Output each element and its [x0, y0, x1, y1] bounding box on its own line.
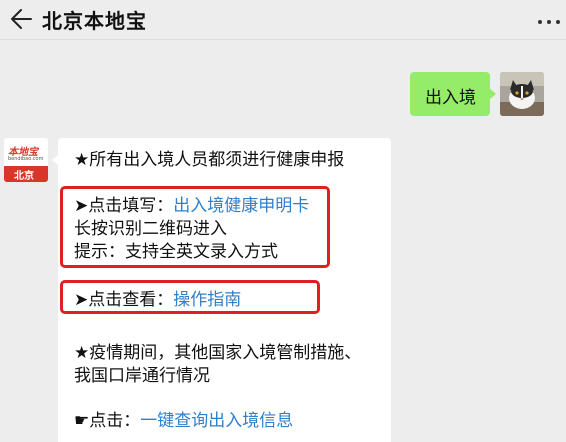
highlight-box-guide	[60, 280, 320, 314]
cat-photo-icon	[500, 72, 544, 116]
query-prefix: ☛点击：	[74, 411, 141, 431]
highlight-box-declaration	[60, 186, 330, 268]
logo-site-text: bendibao.com	[8, 156, 44, 162]
query-line: ☛点击：一键查询出入境信息	[74, 411, 293, 431]
official-account-avatar[interactable]: 本地宝 bendibao.com 北京	[4, 138, 48, 182]
back-button[interactable]	[8, 6, 34, 32]
declaration-notice: ★所有出入境人员都须进行健康申报	[74, 150, 345, 170]
epidemic-line-2: 我国口岸通行情况	[74, 366, 210, 386]
logo-top: 本地宝 bendibao.com	[4, 138, 48, 166]
user-avatar[interactable]	[500, 72, 544, 116]
top-bar: 北京本地宝	[0, 0, 566, 40]
outgoing-message-bubble[interactable]: 出入境	[410, 72, 496, 116]
more-button[interactable]	[536, 14, 562, 28]
arrow-left-icon	[11, 9, 32, 29]
logo-city-text: 北京	[14, 171, 34, 182]
more-dots-icon	[538, 20, 560, 24]
chat-title: 北京本地宝	[42, 9, 147, 33]
logo-city-band: 北京	[4, 166, 48, 182]
outgoing-message-text: 出入境	[425, 88, 476, 108]
query-info-link[interactable]: 一键查询出入境信息	[140, 411, 293, 431]
epidemic-line-1: ★疫情期间，其他国家入境管制措施、	[74, 343, 362, 363]
